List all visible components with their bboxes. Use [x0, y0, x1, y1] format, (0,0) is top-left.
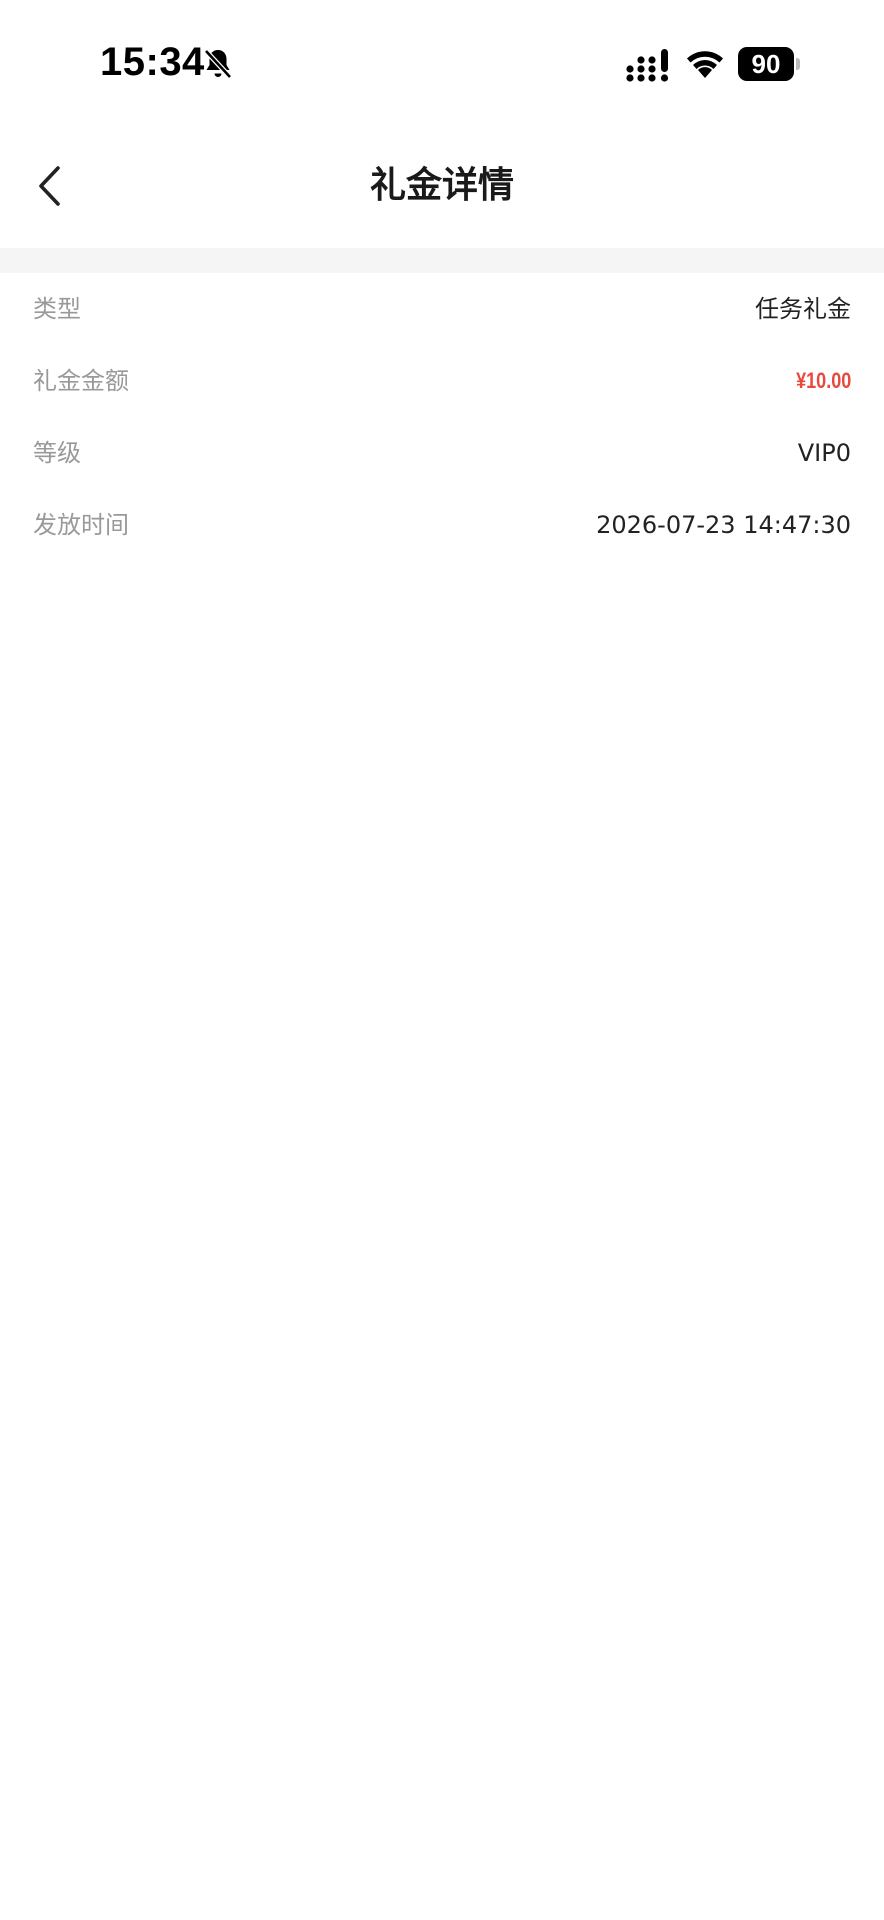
battery-icon: 90	[738, 47, 800, 81]
status-time: 15:34	[100, 40, 205, 84]
detail-value: 任务礼金	[755, 295, 851, 323]
cellular-signal-icon	[626, 49, 669, 82]
detail-value: 2026-07-23 14:47:30	[596, 511, 851, 539]
screen: 15:34 90 礼金详情 类型 任务礼金 礼金金额 ¥10.00 等级 VIP…	[0, 0, 884, 1920]
nav-bar: 礼金详情	[0, 130, 884, 248]
bell-muted-icon	[204, 49, 232, 79]
detail-row-amount: 礼金金额 ¥10.00	[0, 345, 884, 417]
battery-level: 90	[738, 47, 794, 81]
detail-row-issue-time: 发放时间 2026-07-23 14:47:30	[0, 489, 884, 561]
detail-row-level: 等级 VIP0	[0, 417, 884, 489]
detail-value: VIP0	[797, 439, 851, 467]
amount-value: ¥10.00	[795, 368, 851, 393]
detail-label: 礼金金额	[33, 367, 129, 395]
detail-label: 发放时间	[33, 511, 129, 539]
detail-list: 类型 任务礼金 礼金金额 ¥10.00 等级 VIP0 发放时间 2026-07…	[0, 273, 884, 561]
detail-label: 等级	[33, 439, 81, 467]
battery-tip	[796, 58, 800, 70]
detail-row-type: 类型 任务礼金	[0, 273, 884, 345]
status-bar: 15:34 90	[0, 0, 884, 130]
page-title: 礼金详情	[369, 165, 514, 206]
section-divider	[0, 248, 884, 273]
wifi-icon	[687, 51, 723, 78]
detail-label: 类型	[33, 295, 81, 323]
